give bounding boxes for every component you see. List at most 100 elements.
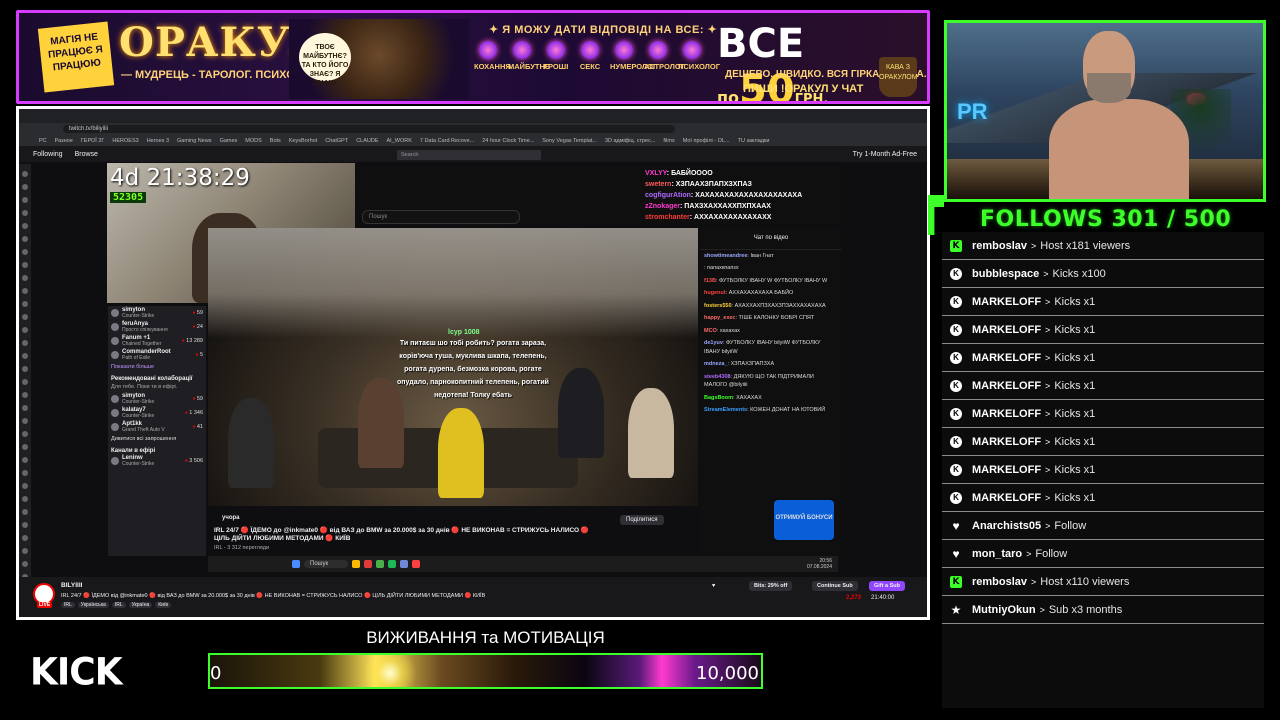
bookmark[interactable]: films: [663, 138, 674, 144]
tts-username: lcyp 1008: [448, 329, 480, 336]
event-row: Kbubblespace > Kicks x100: [942, 260, 1264, 288]
goal-progress-bar: 0 10,000: [208, 653, 763, 689]
bookmark[interactable]: 7 Data Card Recove...: [420, 138, 474, 144]
bookmark[interactable]: HEROES3: [112, 138, 138, 144]
event-row: K MARKELOFF > Kicks x1: [942, 428, 1264, 456]
bookmark[interactable]: Разное: [55, 138, 73, 144]
ad-free-button[interactable]: Try 1-Month Ad-Free: [853, 151, 917, 158]
chat-message: hugenut: АХХАХАХАХАХА БАБЙО: [704, 290, 794, 296]
bookmark[interactable]: CLAUDE: [356, 138, 378, 144]
goal-max: 10,000: [696, 663, 759, 684]
chat-header: Чат по відео: [700, 228, 842, 250]
bookmark[interactable]: Мої профілі - OL...: [683, 138, 730, 144]
sub-counter: 52305: [110, 192, 147, 203]
event-row: K MARKELOFF > Kicks x1: [942, 484, 1264, 512]
browser-tab-strip[interactable]: [19, 109, 927, 123]
chrome-icon[interactable]: [376, 560, 385, 568]
sidebar-channel[interactable]: LeninwCounter-Strike3 506: [108, 454, 206, 468]
show-more-link[interactable]: Показати більше: [108, 362, 206, 372]
event-row: Kremboslav > Host x110 viewers: [942, 568, 1264, 596]
continue-sub-button[interactable]: Continue Sub: [812, 581, 858, 591]
overlay-chat-line: zZnokager: ПАХЗХАХХАХХПХПХААХ: [645, 203, 771, 210]
bookmark[interactable]: 3D адміфіц. стрес...: [605, 138, 656, 144]
obs-icon[interactable]: [412, 560, 421, 568]
bonus-promo[interactable]: ОТРИМУЙ БОНУСИ: [774, 500, 834, 540]
nav-browse[interactable]: Browse: [75, 151, 98, 158]
twitch-search-input[interactable]: Search: [397, 150, 541, 160]
bookmark[interactable]: PC: [39, 138, 47, 144]
twitch-channel-footer: LIVE BILYIIII IRL 24/7 🔴 ЇДЕМО від @inkm…: [19, 577, 927, 617]
chat-panel: Чат по відео showtimeandree: Іван Гнат :…: [700, 228, 842, 558]
chat-message: steeb4308: ДЯКУЮ ЩО ТАК ПІДТРИМАЛИ МАЛОГ…: [704, 373, 814, 389]
taskbar-clock[interactable]: 20:56 07.08.2024: [807, 558, 832, 570]
url-field[interactable]: twitch.tv/biliyilii: [63, 125, 675, 133]
money-icon: [547, 41, 565, 59]
channel-name[interactable]: BILYIIII: [61, 582, 82, 589]
live-channels-header: Канали в ефірі: [111, 448, 156, 454]
streamer-webcam: PR: [944, 20, 1266, 202]
taskbar-search[interactable]: Пошук: [304, 560, 349, 568]
bookmark[interactable]: Sony Vegas Templat...: [542, 138, 597, 144]
category-future: МАЙБУТНЄ: [508, 41, 550, 71]
goal-min: 0: [210, 663, 222, 684]
bookmark[interactable]: 24 hour Clock Time...: [482, 138, 534, 144]
folder-icon[interactable]: [352, 560, 361, 568]
video-title: IRL 24/7 🔴 ЇДЕМО до @inkmate0 🔴 від ВАЗ …: [214, 527, 589, 542]
banner-cta: ПИШИ !ОРАКУЛ У ЧАТ: [743, 83, 864, 95]
app-icon[interactable]: [364, 560, 373, 568]
bookmark[interactable]: Bots: [270, 138, 281, 144]
spotify-icon[interactable]: [388, 560, 397, 568]
kicks-coin-icon: K: [950, 351, 962, 364]
bookmark[interactable]: MODS: [245, 138, 262, 144]
sidebar-channel[interactable]: kalatay7Counter-Strike1 346: [108, 406, 206, 420]
bookmark[interactable]: TU закладки: [738, 138, 770, 144]
neon-sign: PR: [957, 99, 988, 124]
category-astrology: АСТРОЛОГ: [644, 41, 685, 71]
sidebar-channel[interactable]: feruAnyaПросто спілкування24: [108, 320, 206, 334]
overlay-chat: VXLYY: БАБЙОООО swetern: ХЗПААХЗПАПХЗХПА…: [645, 168, 835, 223]
bookmark[interactable]: ChatGPT: [325, 138, 348, 144]
gift-sub-button[interactable]: Gift a Sub: [869, 581, 905, 591]
nav-following[interactable]: Following: [33, 151, 63, 158]
collab-header: Рекомендовані колаборації: [111, 376, 193, 382]
windows-start-icon[interactable]: [292, 560, 300, 568]
sidebar-channel[interactable]: simytonCounter-Strike59: [108, 306, 206, 320]
youtube-search-input[interactable]: Пошук: [362, 210, 520, 224]
tag[interactable]: Українська: [77, 602, 109, 608]
tag[interactable]: IRL: [61, 602, 75, 608]
bookmark[interactable]: Games: [220, 138, 238, 144]
see-invitations-link[interactable]: Дивитися всі запрошення: [108, 434, 206, 444]
share-button[interactable]: Поділитися: [620, 515, 664, 525]
sidebar-channel[interactable]: simytonCounter-Strike59: [108, 392, 206, 406]
bookmark[interactable]: Gaming News: [177, 138, 212, 144]
coffee-cup-icon: КАВА З ОРАКУЛОМ: [879, 57, 918, 97]
kick-icon: K: [950, 239, 962, 252]
event-row: K MARKELOFF > Kicks x1: [942, 344, 1264, 372]
sidebar-channel[interactable]: Apt1kkGrand Theft Auto V41: [108, 420, 206, 434]
bookmark[interactable]: AI_WORK: [387, 138, 412, 144]
tag[interactable]: IRL: [111, 602, 126, 608]
avatar: [111, 309, 119, 317]
tag[interactable]: Київ: [155, 602, 172, 608]
tag[interactable]: Україна: [128, 602, 153, 608]
bits-offer-button[interactable]: Bits: 29% off: [749, 581, 793, 591]
event-row: K MARKELOFF > Kicks x1: [942, 316, 1264, 344]
overlay-chat-line: stromchanter: АХХАХАХАХАХАХАХХ: [645, 214, 772, 221]
bookmark[interactable]: Heroes 3: [147, 138, 169, 144]
chat-message: fosters550: АХАХХАХПЗХАХЗПЗАХХАХАХАХА: [704, 302, 826, 309]
bookmark[interactable]: KeysBorhot: [289, 138, 317, 144]
sidebar-channel[interactable]: Fanum +1Chained Together13 289: [108, 334, 206, 348]
discord-icon[interactable]: [400, 560, 409, 568]
oracle-ad-banner: МАГІЯ НЕ ПРАЦЮЄ Я ПРАЦЮЮ ОРАКУЛ — МУДРЕЦ…: [16, 10, 930, 104]
live-badge: LIVE: [37, 602, 53, 608]
kick-logo: KICK: [30, 650, 123, 695]
crystal-ball-icon: [513, 41, 531, 59]
sidebar-channel[interactable]: CommanderRootPath of Exile5: [108, 348, 206, 362]
browser-address-bar[interactable]: twitch.tv/biliyilii: [19, 123, 927, 135]
follow-heart-icon[interactable]: ♥: [707, 581, 720, 591]
chat-message: StreamElements: КОЖЕН ДОНАТ НА ЮТОВИЙ: [704, 407, 826, 413]
follows-counter: FOLLOWS 301 / 500: [980, 207, 1232, 232]
bookmark[interactable]: ГЕРОЇ 2Г: [81, 138, 105, 144]
kicks-coin-icon: K: [950, 379, 962, 392]
avatar: [111, 457, 119, 465]
